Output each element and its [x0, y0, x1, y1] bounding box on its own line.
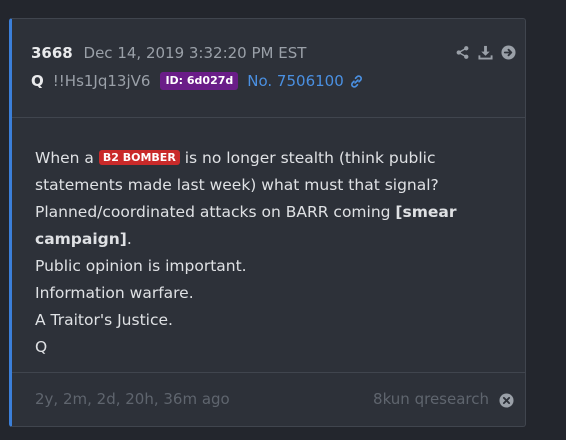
close-circle-icon[interactable]	[499, 393, 514, 408]
post-line-4: Information warfare.	[35, 284, 194, 302]
arrow-right-circle-icon[interactable]	[501, 45, 516, 60]
post-author: Q	[31, 72, 44, 90]
post-body: When a B2 BOMBER is no longer stealth (t…	[35, 145, 505, 361]
link-icon[interactable]	[349, 74, 364, 89]
post-link[interactable]: No. 7506100	[247, 71, 363, 91]
post-meta: 3668 Dec 14, 2019 3:32:20 PM EST	[31, 44, 306, 62]
post-timestamp: Dec 14, 2019 3:32:20 PM EST	[83, 44, 307, 62]
post-footer: 2y, 2m, 2d, 20h, 36m ago 8kun qresearch	[12, 372, 525, 426]
post-author-row: Q !!Hs1Jq13jV6 ID: 6d027d No. 7506100	[31, 71, 364, 91]
post-line-5: A Traitor's Justice.	[35, 311, 173, 329]
post-line-1: When a B2 BOMBER is no longer stealth (t…	[35, 149, 439, 194]
post-source: 8kun qresearch	[373, 390, 489, 408]
post-link-label[interactable]: No. 7506100	[247, 71, 343, 91]
post-number: 3668	[31, 44, 73, 62]
download-icon[interactable]	[478, 45, 493, 60]
post-card: 3668 Dec 14, 2019 3:32:20 PM EST Q !!Hs1…	[9, 18, 526, 427]
relative-time: 2y, 2m, 2d, 20h, 36m ago	[35, 390, 230, 408]
post-header: 3668 Dec 14, 2019 3:32:20 PM EST Q !!Hs1…	[12, 19, 525, 118]
post-actions	[455, 45, 516, 60]
post-line-3: Public opinion is important.	[35, 257, 247, 275]
share-icon[interactable]	[455, 45, 470, 60]
post-tag: B2 BOMBER	[98, 150, 180, 165]
post-line-6: Q	[35, 338, 48, 356]
post-line-2: Planned/coordinated attacks on BARR comi…	[35, 203, 457, 248]
post-tripcode: !!Hs1Jq13jV6	[52, 72, 151, 90]
id-badge: ID: 6d027d	[160, 72, 239, 90]
